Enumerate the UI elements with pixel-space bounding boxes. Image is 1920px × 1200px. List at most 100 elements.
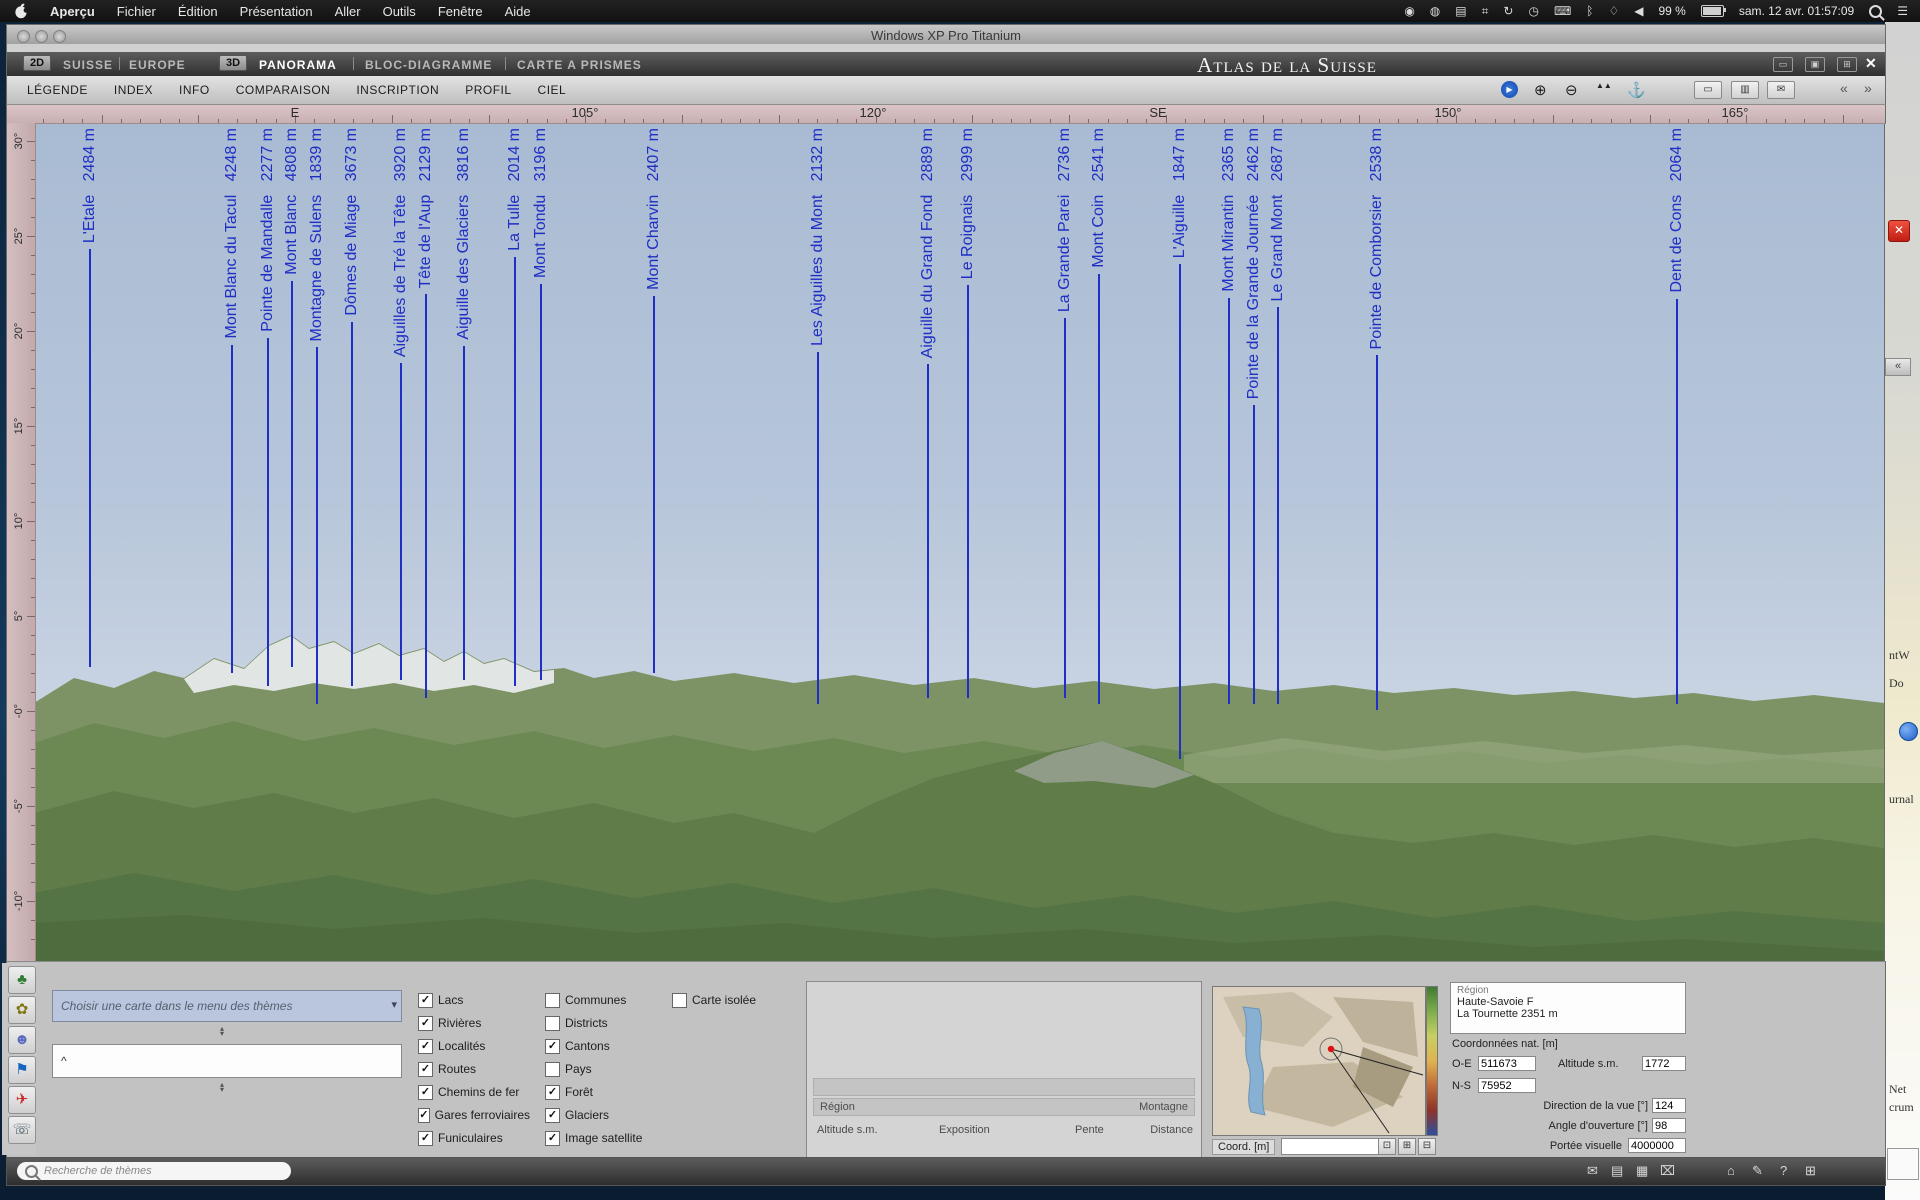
time-machine-icon[interactable]: ◷	[1528, 4, 1538, 18]
tab-3d[interactable]: 3D	[219, 55, 247, 71]
layer-row-gares-ferroviaires[interactable]: ✓Gares ferroviaires	[418, 1107, 530, 1123]
theme-select-combo[interactable]: Choisir une carte dans le menu des thème…	[52, 990, 402, 1022]
agriculture-theme-icon[interactable]: ✿	[8, 996, 36, 1024]
grid-icon[interactable]: ⌗	[1482, 4, 1489, 19]
checked-checkbox[interactable]: ✓	[545, 1131, 560, 1146]
panorama-view[interactable]	[34, 123, 1885, 961]
zoom-in-tool[interactable]: ⊕	[1534, 81, 1547, 99]
combo-spinner[interactable]: ▴▾	[212, 1082, 232, 1092]
transport-theme-icon[interactable]: ⚑	[8, 1056, 36, 1084]
toolbar-item-6[interactable]: PROFIL	[465, 83, 511, 97]
unchecked-checkbox[interactable]	[545, 993, 560, 1008]
help-icon[interactable]: ?	[1780, 1163, 1787, 1178]
collapse-chevron-button[interactable]: «	[1885, 358, 1911, 376]
checked-checkbox[interactable]: ✓	[418, 1062, 433, 1077]
ns-field[interactable]	[1478, 1078, 1536, 1093]
checked-checkbox[interactable]: ✓	[418, 1039, 433, 1054]
combo-spinner[interactable]: ▴▾	[212, 1026, 232, 1036]
list-icon[interactable]: ▤	[1611, 1163, 1623, 1179]
checked-checkbox[interactable]: ✓	[418, 1085, 433, 1100]
menubar-item-8[interactable]: Aide	[505, 4, 531, 19]
forward-chevron-button[interactable]: »	[1864, 80, 1872, 96]
menubar-item-3[interactable]: Édition	[178, 4, 218, 19]
zoom-out-map-button[interactable]: ⊟	[1418, 1138, 1436, 1155]
shape-icon[interactable]: ♢	[1608, 4, 1619, 18]
unchecked-checkbox[interactable]	[545, 1062, 560, 1077]
tourism-theme-icon[interactable]: ✈	[8, 1086, 36, 1114]
layer-row-pays[interactable]: Pays	[545, 1061, 657, 1077]
display-icon[interactable]: ▤	[1455, 4, 1466, 18]
minimize-traffic-light[interactable]	[35, 30, 48, 43]
layer-row-carte-isolée[interactable]: Carte isolée	[672, 992, 784, 1008]
layer-row-funiculaires[interactable]: ✓Funiculaires	[418, 1130, 530, 1146]
zoom-in-map-button[interactable]: ⊞	[1398, 1138, 1416, 1155]
checked-checkbox[interactable]: ✓	[545, 1039, 560, 1054]
zoom-traffic-light[interactable]	[53, 30, 66, 43]
unchecked-checkbox[interactable]	[545, 1016, 560, 1031]
back-chevron-button[interactable]: «	[1840, 80, 1848, 96]
checked-checkbox[interactable]: ✓	[545, 1085, 560, 1100]
checked-checkbox[interactable]: ✓	[418, 1108, 430, 1123]
toolbar-item-1[interactable]: LÉGENDE	[27, 83, 88, 97]
communication-theme-icon[interactable]: ☏	[8, 1116, 36, 1144]
close-traffic-light[interactable]	[17, 30, 30, 43]
menubar-item-1[interactable]: Aperçu	[50, 4, 95, 19]
oe-field[interactable]	[1478, 1056, 1536, 1071]
sync-icon[interactable]: ↻	[1503, 4, 1513, 18]
altitude-field[interactable]	[1642, 1056, 1686, 1071]
edit-icon[interactable]: ✎	[1752, 1163, 1763, 1179]
zoom-out-tool[interactable]: ⊖	[1565, 81, 1578, 99]
delete-icon[interactable]: ⌧	[1660, 1163, 1675, 1179]
toolbar-item-4[interactable]: COMPARAISON	[236, 83, 331, 97]
checked-checkbox[interactable]: ✓	[418, 1131, 433, 1146]
notification-center-icon[interactable]: ☰	[1897, 4, 1908, 18]
menubar-item-6[interactable]: Outils	[383, 4, 416, 19]
camera-icon[interactable]: ◉	[1404, 4, 1414, 18]
menubar-clock[interactable]: sam. 12 avr. 01:57:09	[1739, 4, 1854, 18]
menubar-item-5[interactable]: Aller	[335, 4, 361, 19]
coord-value-field[interactable]	[1281, 1138, 1379, 1155]
spotlight-icon[interactable]	[1869, 5, 1882, 18]
close-button[interactable]: ✕	[1888, 220, 1910, 242]
keyboard-icon[interactable]: ⌨	[1554, 4, 1571, 18]
mail-button[interactable]: ✉	[1767, 81, 1795, 99]
minimize-button[interactable]: ▭	[1773, 57, 1793, 72]
profile-tool[interactable]: ▲▲	[1596, 81, 1612, 90]
angle-field[interactable]	[1652, 1118, 1686, 1133]
unchecked-checkbox[interactable]	[672, 993, 687, 1008]
menubar-item-7[interactable]: Fenêtre	[438, 4, 483, 19]
theme-secondary-combo[interactable]: ^	[52, 1044, 402, 1078]
direction-field[interactable]	[1652, 1098, 1686, 1113]
phone-icon[interactable]: ◍	[1430, 4, 1440, 18]
mail-icon[interactable]: ✉	[1587, 1163, 1598, 1179]
anchor-tool[interactable]: ⚓	[1627, 81, 1646, 99]
app-close-button[interactable]: ✕	[1865, 55, 1877, 72]
rows-view-button[interactable]: ▭	[1694, 81, 1722, 99]
home-icon[interactable]: ⌂	[1727, 1163, 1735, 1178]
restore-button[interactable]: ▣	[1805, 57, 1825, 72]
volume-icon[interactable]: ◀	[1634, 4, 1643, 18]
checked-checkbox[interactable]: ✓	[545, 1108, 560, 1123]
nature-theme-icon[interactable]: ♣	[8, 966, 36, 994]
fullscreen-map-button[interactable]: ⊡	[1378, 1138, 1396, 1155]
toolbar-item-5[interactable]: INSCRIPTION	[356, 83, 439, 97]
tab-europe[interactable]: EUROPE	[129, 58, 186, 72]
toolbar-item-7[interactable]: CIEL	[538, 83, 567, 97]
layer-row-forêt[interactable]: ✓Forêt	[545, 1084, 657, 1100]
grid-icon[interactable]: ▦	[1636, 1163, 1648, 1179]
layer-row-localités[interactable]: ✓Localités	[418, 1038, 530, 1054]
maximize-button[interactable]: ⊞	[1837, 57, 1857, 72]
columns-view-button[interactable]: ▥	[1731, 81, 1759, 99]
checked-checkbox[interactable]: ✓	[418, 993, 433, 1008]
layer-row-routes[interactable]: ✓Routes	[418, 1061, 530, 1077]
layer-row-glaciers[interactable]: ✓Glaciers	[545, 1107, 657, 1123]
window-icon[interactable]: ⊞	[1805, 1163, 1816, 1179]
chevron-down-icon[interactable]: ▾	[391, 998, 397, 1011]
checked-checkbox[interactable]: ✓	[418, 1016, 433, 1031]
theme-search-input[interactable]: Recherche de thèmes	[17, 1162, 291, 1180]
apple-menu-icon[interactable]	[14, 3, 28, 19]
navigate-tool[interactable]: ▶	[1501, 81, 1518, 98]
tab-suisse[interactable]: SUISSE	[63, 58, 113, 72]
menubar-item-4[interactable]: Présentation	[240, 4, 313, 19]
tab-bloc-diagramme[interactable]: BLOC-DIAGRAMME	[365, 58, 492, 72]
